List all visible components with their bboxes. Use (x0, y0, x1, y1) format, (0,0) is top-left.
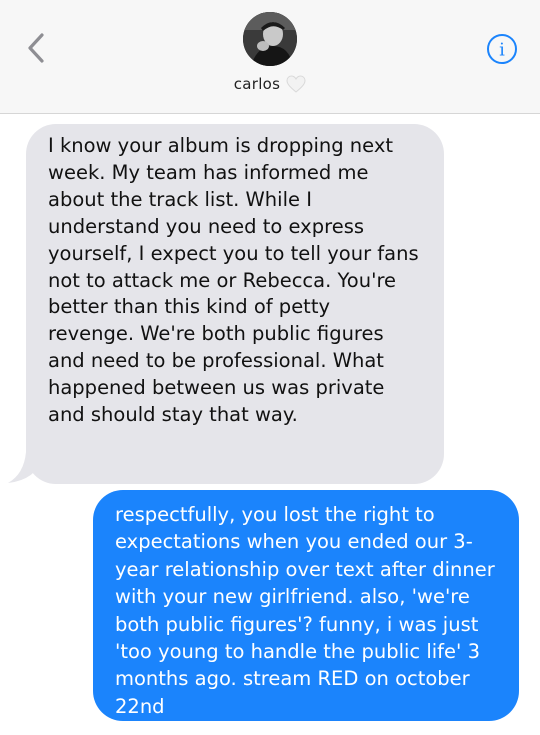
white-heart-icon (286, 75, 306, 93)
avatar[interactable] (243, 12, 297, 66)
svg-text:i: i (499, 40, 505, 61)
incoming-message-bubble[interactable]: I know your album is dropping next week.… (26, 124, 444, 484)
outgoing-message-text: respectfully, you lost the right to expe… (115, 503, 495, 718)
outgoing-message-bubble[interactable]: respectfully, you lost the right to expe… (93, 490, 519, 721)
chevron-left-icon[interactable] (22, 30, 52, 66)
contact-name: carlos (233, 75, 281, 93)
info-icon[interactable]: i (486, 33, 518, 65)
incoming-message-text: I know your album is dropping next week.… (48, 134, 419, 427)
conversation-header: carlos i (0, 0, 540, 114)
contact-name-row[interactable]: carlos (0, 72, 540, 96)
